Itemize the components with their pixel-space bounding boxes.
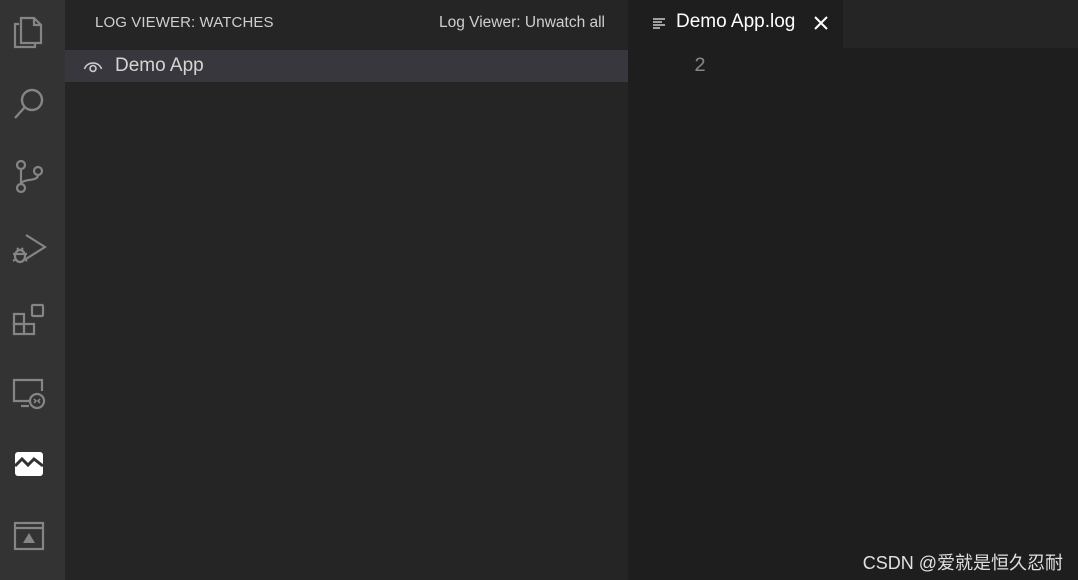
log-viewer-icon[interactable] [10, 444, 48, 484]
eye-watch-icon [83, 56, 103, 76]
tab-demo-app-log[interactable]: Demo App.log [628, 0, 843, 48]
search-icon[interactable] [10, 84, 48, 124]
source-control-icon[interactable] [10, 156, 48, 196]
run-debug-icon[interactable] [10, 228, 48, 268]
panel-icon[interactable] [10, 516, 48, 556]
tab-strip: Demo App.log [628, 0, 1078, 48]
close-icon[interactable] [811, 13, 831, 33]
remote-explorer-icon[interactable] [10, 372, 48, 412]
unwatch-all-button[interactable]: Log Viewer: Unwatch all [439, 14, 605, 32]
watermark: CSDN @爱就是恒久忍耐 [862, 553, 1063, 573]
editor-area: Demo App.log 2 [628, 0, 1078, 580]
tab-title: Demo App.log [676, 11, 796, 32]
files-icon[interactable] [10, 12, 48, 52]
file-lines-icon [652, 16, 666, 30]
sidebar-title: LOG VIEWER: WATCHES [95, 14, 274, 31]
line-number: 2 [694, 55, 707, 78]
watch-item-label: Demo App [115, 55, 204, 76]
activity-bar [0, 0, 65, 580]
log-viewer-sidebar: LOG VIEWER: WATCHES Log Viewer: Unwatch … [65, 0, 628, 580]
sidebar-header: LOG VIEWER: WATCHES Log Viewer: Unwatch … [65, 0, 628, 48]
extensions-icon[interactable] [10, 300, 48, 340]
watch-item-demo-app[interactable]: Demo App [65, 50, 628, 82]
